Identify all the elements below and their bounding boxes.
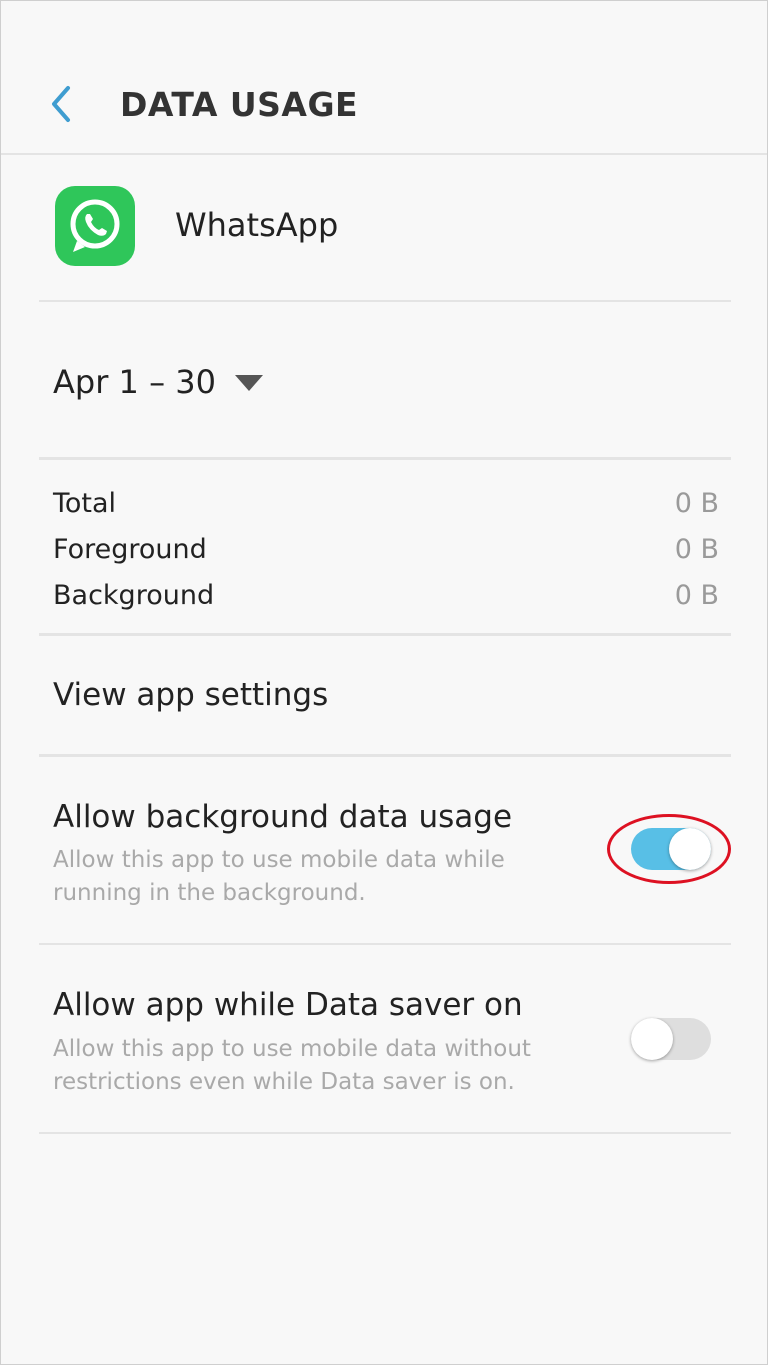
view-app-settings-button[interactable]: View app settings — [39, 636, 731, 757]
date-range-row: Apr 1 – 30 — [39, 302, 731, 460]
page-title: DATA USAGE — [120, 85, 359, 124]
usage-value: 0 B — [674, 488, 719, 519]
caret-down-icon — [234, 375, 263, 391]
usage-label: Foreground — [53, 534, 207, 565]
app-info-row: WhatsApp — [39, 154, 731, 302]
back-button[interactable] — [39, 79, 83, 129]
data-saver-row: Allow app while Data saver on Allow this… — [39, 945, 731, 1134]
switch-knob — [669, 828, 711, 870]
data-usage-screen: DATA USAGE WhatsApp Apr 1 – 30 Total 0 B… — [0, 0, 768, 1365]
whatsapp-logo-icon — [55, 186, 135, 266]
app-bar: DATA USAGE — [1, 1, 767, 155]
toggle-description: Allow this app to use mobile data withou… — [53, 1036, 531, 1095]
date-range-label: Apr 1 – 30 — [53, 363, 216, 401]
background-data-switch[interactable] — [631, 828, 711, 870]
usage-value: 0 B — [674, 580, 719, 611]
usage-row-background: Background 0 B — [53, 580, 719, 620]
usage-label: Total — [53, 488, 117, 519]
view-app-settings-label: View app settings — [53, 677, 329, 713]
usage-summary: Total 0 B Foreground 0 B Background 0 B — [39, 460, 731, 636]
chevron-left-icon — [52, 86, 70, 122]
usage-label: Background — [53, 580, 215, 611]
background-data-row: Allow background data usage Allow this a… — [39, 757, 731, 945]
usage-row-foreground: Foreground 0 B — [53, 534, 719, 574]
switch-knob — [631, 1018, 673, 1060]
usage-row-total: Total 0 B — [53, 488, 719, 528]
data-saver-switch[interactable] — [631, 1018, 711, 1060]
date-range-dropdown[interactable]: Apr 1 – 30 — [53, 360, 264, 404]
toggle-description: Allow this app to use mobile data while … — [53, 847, 505, 906]
app-name: WhatsApp — [175, 206, 339, 244]
toggle-title: Allow background data usage — [53, 799, 513, 835]
usage-value: 0 B — [674, 534, 719, 565]
toggle-title: Allow app while Data saver on — [53, 987, 523, 1023]
